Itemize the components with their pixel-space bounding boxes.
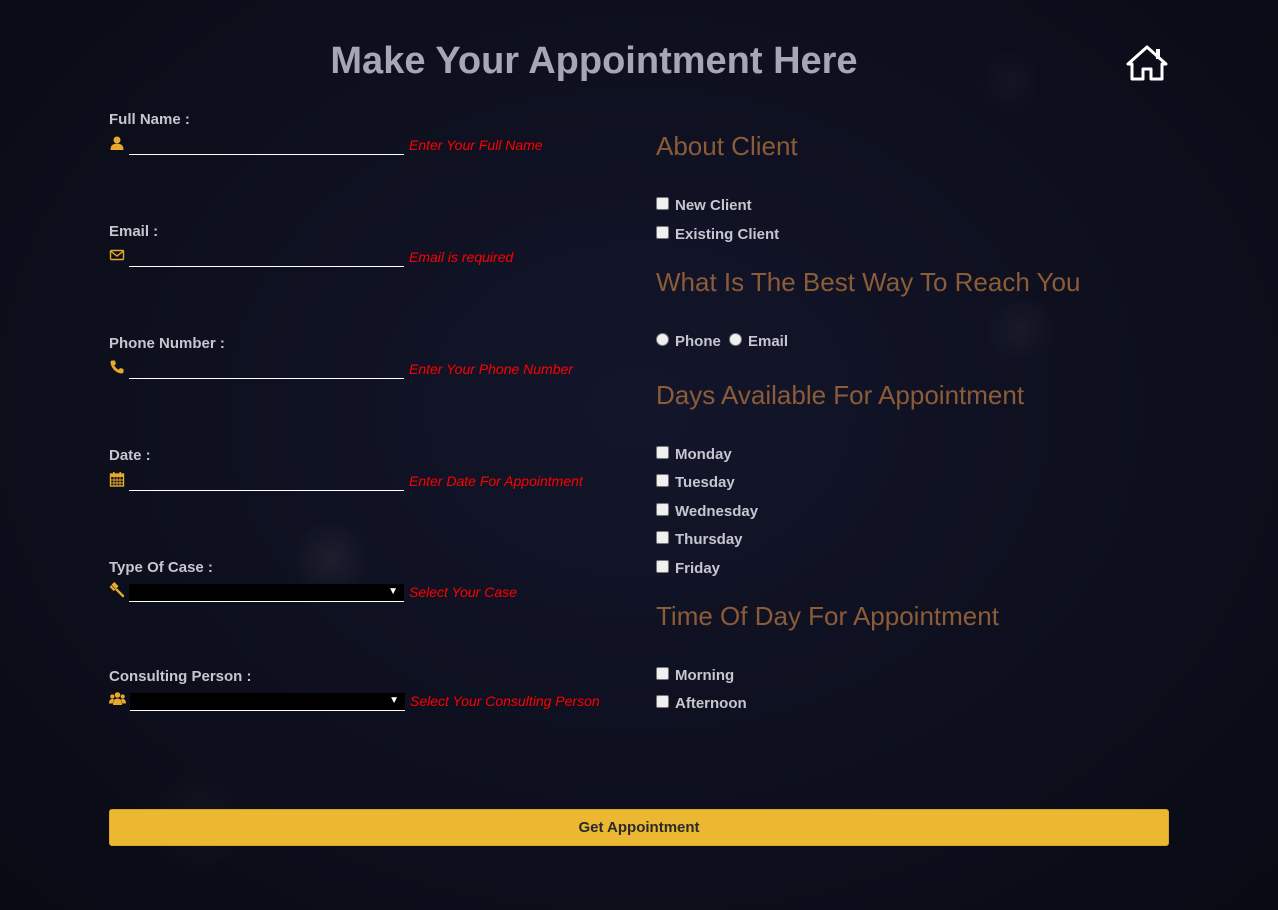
case-type-field: Type Of Case : ▼ Select Your Case (109, 559, 629, 602)
day-monday-label: Monday (675, 446, 732, 463)
consulting-person-error: Select Your Consulting Person (410, 693, 600, 709)
reach-email-option[interactable]: Email (729, 333, 788, 350)
date-label: Date : (109, 447, 151, 464)
day-wednesday-label: Wednesday (675, 503, 759, 520)
existing-client-checkbox[interactable] (656, 226, 669, 239)
date-error: Enter Date For Appointment (409, 473, 583, 489)
new-client-option[interactable]: New Client (656, 197, 752, 214)
envelope-icon (109, 249, 125, 261)
consulting-person-field: Consulting Person : ▼ Select Your Consul… (109, 668, 629, 711)
time-morning-checkbox[interactable] (656, 667, 669, 680)
gavel-icon (109, 582, 125, 598)
date-input[interactable] (129, 470, 404, 491)
calendar-icon (109, 472, 125, 487)
home-icon[interactable] (1126, 45, 1168, 81)
day-thursday-label: Thursday (675, 531, 743, 548)
day-tuesday-label: Tuesday (675, 474, 735, 491)
days-heading: Days Available For Appointment (656, 380, 1025, 410)
email-label: Email : (109, 223, 159, 240)
day-wednesday-option[interactable]: Wednesday (656, 503, 758, 520)
existing-client-label: Existing Client (675, 226, 780, 243)
email-input[interactable] (129, 246, 404, 267)
phone-error: Enter Your Phone Number (409, 361, 573, 377)
reach-email-label: Email (748, 333, 789, 350)
day-wednesday-checkbox[interactable] (656, 503, 669, 516)
reach-phone-radio[interactable] (656, 333, 669, 346)
phone-label: Phone Number : (109, 335, 225, 352)
full-name-error: Enter Your Full Name (409, 137, 543, 153)
day-friday-checkbox[interactable] (656, 560, 669, 573)
new-client-checkbox[interactable] (656, 197, 669, 210)
phone-input[interactable] (129, 358, 404, 379)
day-tuesday-option[interactable]: Tuesday (656, 474, 735, 491)
page-title: Make Your Appointment Here (330, 40, 858, 82)
date-field: Date : Enter Date For Appointment (109, 447, 629, 491)
time-morning-label: Morning (675, 667, 735, 684)
reach-heading: What Is The Best Way To Reach You (656, 267, 1081, 297)
chevron-down-icon: ▼ (389, 695, 399, 706)
new-client-label: New Client (675, 197, 752, 214)
phone-icon (110, 360, 124, 374)
phone-field: Phone Number : Enter Your Phone Number (109, 335, 629, 379)
time-of-day-heading: Time Of Day For Appointment (656, 601, 999, 631)
case-type-label: Type Of Case : (109, 559, 213, 576)
email-field: Email : Email is required (109, 223, 629, 267)
case-type-error: Select Your Case (409, 584, 517, 600)
existing-client-option[interactable]: Existing Client (656, 226, 779, 243)
case-type-select[interactable]: ▼ (129, 584, 404, 602)
email-error: Email is required (409, 249, 514, 265)
consulting-person-label: Consulting Person : (109, 668, 252, 685)
get-appointment-button[interactable]: Get Appointment (109, 809, 1169, 846)
time-afternoon-option[interactable]: Afternoon (656, 695, 747, 712)
day-thursday-option[interactable]: Thursday (656, 531, 743, 548)
reach-phone-option[interactable]: Phone (656, 333, 721, 350)
users-icon (109, 692, 126, 705)
reach-phone-label: Phone (675, 333, 721, 350)
day-thursday-checkbox[interactable] (656, 531, 669, 544)
time-morning-option[interactable]: Morning (656, 667, 734, 684)
time-afternoon-label: Afternoon (675, 695, 747, 712)
user-icon (110, 136, 124, 150)
full-name-label: Full Name : (109, 111, 190, 128)
day-friday-label: Friday (675, 560, 721, 577)
full-name-input[interactable] (129, 134, 404, 155)
day-tuesday-checkbox[interactable] (656, 474, 669, 487)
time-afternoon-checkbox[interactable] (656, 695, 669, 708)
full-name-field: Full Name : Enter Your Full Name (109, 111, 629, 155)
day-monday-checkbox[interactable] (656, 446, 669, 459)
day-monday-option[interactable]: Monday (656, 446, 732, 463)
chevron-down-icon: ▼ (388, 586, 398, 597)
about-client-heading: About Client (656, 131, 798, 161)
reach-email-radio[interactable] (729, 333, 742, 346)
consulting-person-select[interactable]: ▼ (130, 693, 405, 711)
day-friday-option[interactable]: Friday (656, 560, 720, 577)
